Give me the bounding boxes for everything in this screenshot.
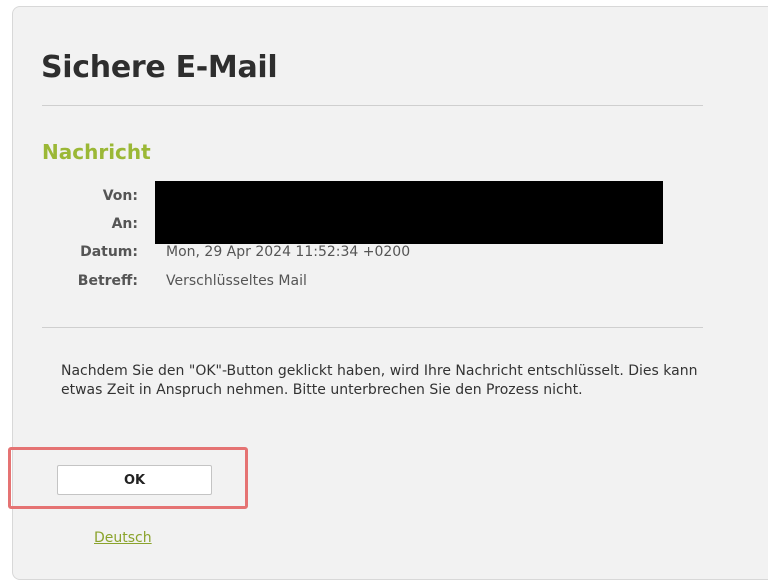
subject-value: Verschlüsseltes Mail	[166, 273, 307, 289]
title-divider	[42, 105, 703, 106]
ok-button[interactable]: OK	[57, 465, 212, 495]
metadata-divider	[42, 327, 703, 328]
subject-label: Betreff:	[77, 273, 138, 289]
page-title: Sichere E-Mail	[41, 50, 278, 85]
to-label: An:	[111, 216, 138, 232]
date-label: Datum:	[80, 244, 138, 260]
date-value: Mon, 29 Apr 2024 11:52:34 +0200	[166, 244, 411, 260]
language-link-deutsch[interactable]: Deutsch	[94, 530, 152, 546]
from-label: Von:	[102, 188, 138, 204]
decryption-instructions: Nachdem Sie den "OK"-Button geklickt hab…	[61, 363, 698, 398]
redaction-block	[155, 181, 663, 244]
message-heading: Nachricht	[42, 140, 151, 164]
